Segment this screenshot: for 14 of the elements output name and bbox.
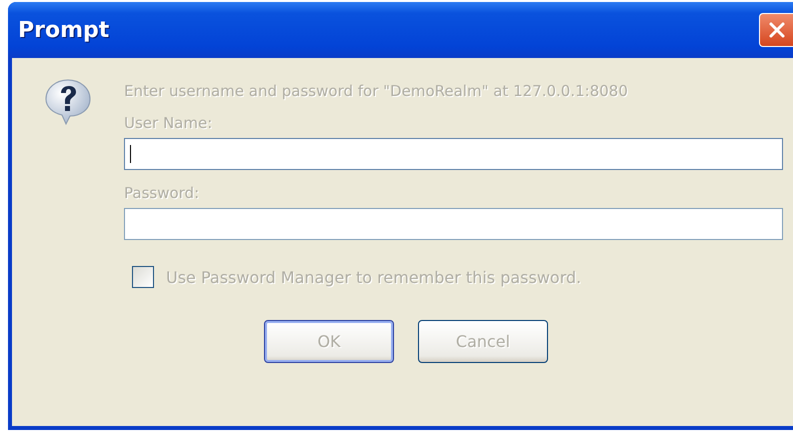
question-bubble-icon <box>44 78 92 126</box>
field-label: Password: <box>124 184 200 202</box>
prompt-message: Enter username and password for "DemoRealm" at 127.0.0.1:8080 <box>124 82 629 100</box>
field-label: User Name: <box>124 114 214 132</box>
ok-button[interactable]: OK <box>264 320 394 363</box>
checkbox[interactable] <box>132 266 154 288</box>
close-icon <box>768 21 786 39</box>
cancel-button[interactable]: Cancel <box>418 320 548 363</box>
window-title: Prompt <box>18 18 110 42</box>
text-cursor <box>130 145 131 163</box>
close-button[interactable] <box>759 13 793 47</box>
input-field[interactable] <box>124 208 783 240</box>
input-field[interactable] <box>124 138 783 170</box>
checkbox-label: Use Password Manager to remember this password. <box>166 268 582 286</box>
